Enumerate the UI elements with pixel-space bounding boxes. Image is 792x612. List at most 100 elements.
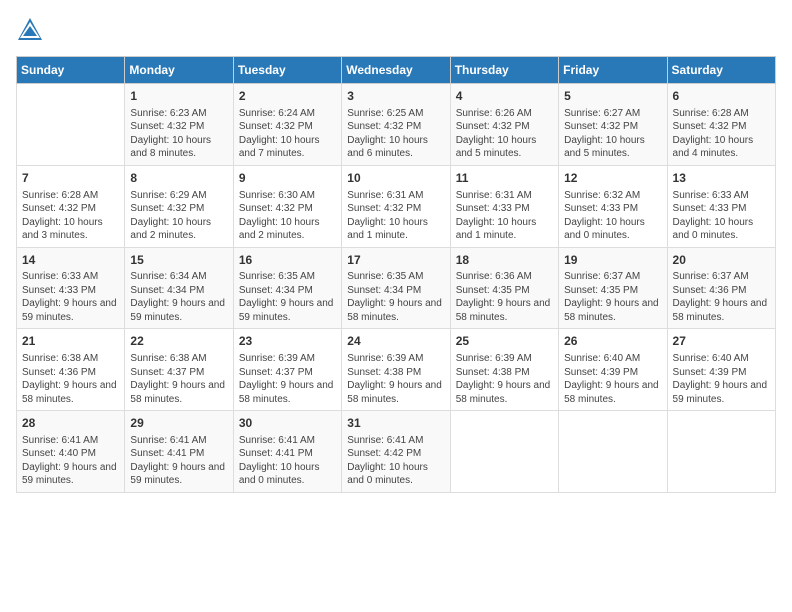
calendar-week-2: 7 Sunrise: 6:28 AM Sunset: 4:32 PM Daylig…: [17, 165, 776, 247]
cell-info: Sunrise: 6:25 AM Sunset: 4:32 PM Dayligh…: [347, 107, 444, 161]
calendar-cell: 4 Sunrise: 6:26 AM Sunset: 4:32 PM Daylig…: [450, 84, 558, 166]
weekday-header-friday: Friday: [559, 57, 667, 84]
logo: [16, 16, 48, 44]
calendar-cell: 12 Sunrise: 6:32 AM Sunset: 4:33 PM Dayli…: [559, 165, 667, 247]
calendar-cell: 18Sunrise: 6:36 AM Sunset: 4:35 PM Dayli…: [450, 247, 558, 329]
calendar-cell: 27 Sunrise: 6:40 AM Sunset: 4:39 PM Dayli…: [667, 329, 775, 411]
day-number: 5: [564, 88, 661, 105]
calendar-cell: [667, 411, 775, 493]
weekday-header-wednesday: Wednesday: [342, 57, 450, 84]
cell-info: Sunrise: 6:41 AM Sunset: 4:42 PM Dayligh…: [347, 434, 444, 488]
calendar-cell: [17, 84, 125, 166]
cell-info: Sunrise: 6:38 AM Sunset: 4:36 PM Dayligh…: [22, 352, 119, 406]
calendar-week-3: 14Sunrise: 6:33 AM Sunset: 4:33 PM Dayli…: [17, 247, 776, 329]
day-number: 21: [22, 333, 119, 350]
day-number: 11: [456, 170, 553, 187]
day-number: 8: [130, 170, 227, 187]
cell-info: Sunrise: 6:32 AM Sunset: 4:33 PM Dayligh…: [564, 189, 661, 243]
calendar-cell: 5 Sunrise: 6:27 AM Sunset: 4:32 PM Daylig…: [559, 84, 667, 166]
day-number: 28: [22, 415, 119, 432]
calendar-cell: 23 Sunrise: 6:39 AM Sunset: 4:37 PM Dayli…: [233, 329, 341, 411]
day-number: 23: [239, 333, 336, 350]
day-number: 31: [347, 415, 444, 432]
cell-info: Sunrise: 6:41 AM Sunset: 4:41 PM Dayligh…: [239, 434, 336, 488]
cell-info: Sunrise: 6:35 AM Sunset: 4:34 PM Dayligh…: [239, 270, 336, 324]
day-number: 7: [22, 170, 119, 187]
weekday-header-sunday: Sunday: [17, 57, 125, 84]
cell-info: Sunrise: 6:27 AM Sunset: 4:32 PM Dayligh…: [564, 107, 661, 161]
weekday-header-saturday: Saturday: [667, 57, 775, 84]
day-number: 20: [673, 252, 770, 269]
cell-info: Sunrise: 6:28 AM Sunset: 4:32 PM Dayligh…: [22, 189, 119, 243]
calendar-week-1: 1Sunrise: 6:23 AM Sunset: 4:32 PM Daylig…: [17, 84, 776, 166]
weekday-header-tuesday: Tuesday: [233, 57, 341, 84]
cell-info: Sunrise: 6:35 AM Sunset: 4:34 PM Dayligh…: [347, 270, 444, 324]
calendar-week-5: 28 Sunrise: 6:41 AM Sunset: 4:40 PM Dayli…: [17, 411, 776, 493]
cell-info: Sunrise: 6:39 AM Sunset: 4:38 PM Dayligh…: [347, 352, 444, 406]
day-number: 25: [456, 333, 553, 350]
calendar-cell: [559, 411, 667, 493]
cell-info: Sunrise: 6:41 AM Sunset: 4:40 PM Dayligh…: [22, 434, 119, 488]
day-number: 17: [347, 252, 444, 269]
cell-info: Sunrise: 6:29 AM Sunset: 4:32 PM Dayligh…: [130, 189, 227, 243]
weekday-header-monday: Monday: [125, 57, 233, 84]
cell-info: Sunrise: 6:37 AM Sunset: 4:36 PM Dayligh…: [673, 270, 770, 324]
cell-info: Sunrise: 6:40 AM Sunset: 4:39 PM Dayligh…: [673, 352, 770, 406]
cell-info: Sunrise: 6:39 AM Sunset: 4:38 PM Dayligh…: [456, 352, 553, 406]
calendar-cell: 28 Sunrise: 6:41 AM Sunset: 4:40 PM Dayli…: [17, 411, 125, 493]
cell-info: Sunrise: 6:23 AM Sunset: 4:32 PM Dayligh…: [130, 107, 227, 161]
cell-info: Sunrise: 6:36 AM Sunset: 4:35 PM Dayligh…: [456, 270, 553, 324]
calendar-cell: 13Sunrise: 6:33 AM Sunset: 4:33 PM Dayli…: [667, 165, 775, 247]
cell-info: Sunrise: 6:39 AM Sunset: 4:37 PM Dayligh…: [239, 352, 336, 406]
calendar-cell: 25 Sunrise: 6:39 AM Sunset: 4:38 PM Dayli…: [450, 329, 558, 411]
calendar-cell: 7 Sunrise: 6:28 AM Sunset: 4:32 PM Daylig…: [17, 165, 125, 247]
day-number: 12: [564, 170, 661, 187]
calendar-cell: 2 Sunrise: 6:24 AM Sunset: 4:32 PM Daylig…: [233, 84, 341, 166]
calendar-cell: 14Sunrise: 6:33 AM Sunset: 4:33 PM Dayli…: [17, 247, 125, 329]
cell-info: Sunrise: 6:31 AM Sunset: 4:33 PM Dayligh…: [456, 189, 553, 243]
day-number: 15: [130, 252, 227, 269]
calendar-header: SundayMondayTuesdayWednesdayThursdayFrid…: [17, 57, 776, 84]
calendar-cell: 19Sunrise: 6:37 AM Sunset: 4:35 PM Dayli…: [559, 247, 667, 329]
calendar-cell: 1Sunrise: 6:23 AM Sunset: 4:32 PM Daylig…: [125, 84, 233, 166]
calendar-cell: 16Sunrise: 6:35 AM Sunset: 4:34 PM Dayli…: [233, 247, 341, 329]
cell-info: Sunrise: 6:37 AM Sunset: 4:35 PM Dayligh…: [564, 270, 661, 324]
day-number: 10: [347, 170, 444, 187]
cell-info: Sunrise: 6:24 AM Sunset: 4:32 PM Dayligh…: [239, 107, 336, 161]
day-number: 27: [673, 333, 770, 350]
day-number: 26: [564, 333, 661, 350]
cell-info: Sunrise: 6:41 AM Sunset: 4:41 PM Dayligh…: [130, 434, 227, 488]
calendar-cell: 29 Sunrise: 6:41 AM Sunset: 4:41 PM Dayli…: [125, 411, 233, 493]
calendar-body: 1Sunrise: 6:23 AM Sunset: 4:32 PM Daylig…: [17, 84, 776, 493]
day-number: 30: [239, 415, 336, 432]
day-number: 16: [239, 252, 336, 269]
day-number: 9: [239, 170, 336, 187]
day-number: 24: [347, 333, 444, 350]
cell-info: Sunrise: 6:38 AM Sunset: 4:37 PM Dayligh…: [130, 352, 227, 406]
day-number: 22: [130, 333, 227, 350]
day-number: 19: [564, 252, 661, 269]
day-number: 18: [456, 252, 553, 269]
calendar-cell: 30 Sunrise: 6:41 AM Sunset: 4:41 PM Dayli…: [233, 411, 341, 493]
cell-info: Sunrise: 6:34 AM Sunset: 4:34 PM Dayligh…: [130, 270, 227, 324]
day-number: 29: [130, 415, 227, 432]
calendar-cell: 20Sunrise: 6:37 AM Sunset: 4:36 PM Dayli…: [667, 247, 775, 329]
day-number: 2: [239, 88, 336, 105]
day-number: 4: [456, 88, 553, 105]
weekday-row: SundayMondayTuesdayWednesdayThursdayFrid…: [17, 57, 776, 84]
calendar-cell: 17Sunrise: 6:35 AM Sunset: 4:34 PM Dayli…: [342, 247, 450, 329]
day-number: 6: [673, 88, 770, 105]
cell-info: Sunrise: 6:40 AM Sunset: 4:39 PM Dayligh…: [564, 352, 661, 406]
calendar-cell: 15Sunrise: 6:34 AM Sunset: 4:34 PM Dayli…: [125, 247, 233, 329]
calendar-cell: 31 Sunrise: 6:41 AM Sunset: 4:42 PM Dayli…: [342, 411, 450, 493]
calendar-table: SundayMondayTuesdayWednesdayThursdayFrid…: [16, 56, 776, 493]
calendar-cell: 9 Sunrise: 6:30 AM Sunset: 4:32 PM Daylig…: [233, 165, 341, 247]
calendar-week-4: 21 Sunrise: 6:38 AM Sunset: 4:36 PM Dayli…: [17, 329, 776, 411]
day-number: 3: [347, 88, 444, 105]
calendar-cell: 10Sunrise: 6:31 AM Sunset: 4:32 PM Dayli…: [342, 165, 450, 247]
cell-info: Sunrise: 6:28 AM Sunset: 4:32 PM Dayligh…: [673, 107, 770, 161]
cell-info: Sunrise: 6:30 AM Sunset: 4:32 PM Dayligh…: [239, 189, 336, 243]
page-header: [16, 16, 776, 44]
cell-info: Sunrise: 6:26 AM Sunset: 4:32 PM Dayligh…: [456, 107, 553, 161]
weekday-header-thursday: Thursday: [450, 57, 558, 84]
